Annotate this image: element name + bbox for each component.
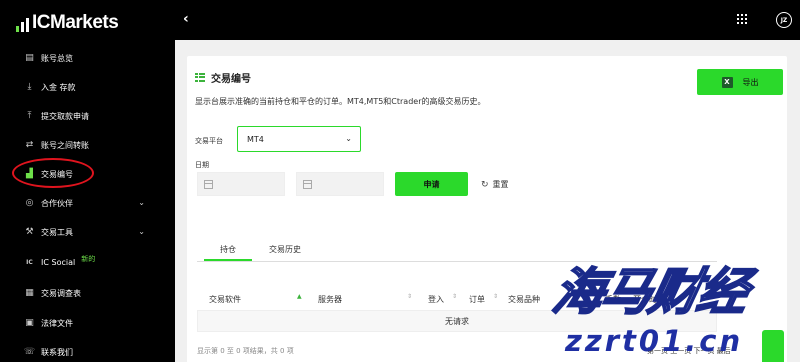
collapse-sidebar-icon[interactable]: ‹ (183, 11, 189, 27)
sort-icon: ⇕ (407, 293, 413, 300)
transfer-icon: ⇄ (25, 140, 34, 150)
trade-numbers-card: 交易编号 显示台展示准确的当前持仓和平仓的订单。MT4,MT5和Ctrader的… (187, 56, 787, 362)
sidebar-item-label: 联系我们 (41, 347, 73, 357)
column-header[interactable]: 登入 ⇕ (428, 293, 457, 305)
ic-markets-logo[interactable]: ICMarkets (16, 12, 119, 33)
list-icon (195, 72, 205, 83)
logo-text: ICMarkets (32, 12, 119, 33)
tabs: 持仓 交易历史 (197, 242, 717, 262)
platform-select[interactable]: MT4 ⌄ (237, 126, 361, 152)
chevron-down-icon: ⌄ (345, 134, 352, 143)
reset-button[interactable]: ↻ 重置 (481, 179, 509, 190)
sidebar-item-label: IC Social (41, 257, 76, 267)
withdraw-icon: ⤒ (27, 111, 32, 121)
calendar-icon (204, 179, 213, 189)
legal-icon: ▣ (25, 318, 34, 328)
sidebar-item-label: 入金 存款 (41, 82, 76, 92)
start-date-input[interactable] (197, 172, 285, 196)
sidebar-item-ic-social[interactable]: IC IC Social 新的 (0, 252, 175, 272)
column-header[interactable]: 交易软件 ▲ (209, 293, 302, 305)
sidebar-item-account-overview[interactable]: ▤ 账号总览 (0, 48, 175, 68)
sidebar-item-deposit[interactable]: ⤓ 入金 存款 (0, 77, 175, 97)
tools-icon: ⚒ (25, 227, 34, 237)
chevron-down-icon: ⌄ (138, 227, 145, 236)
export-label: 导出 (742, 77, 759, 87)
platform-label: 交易平台 (195, 137, 223, 145)
page-description: 显示台展示准确的当前持仓和平仓的订单。MT4,MT5和Ctrader的高级交易历… (195, 97, 486, 106)
sidebar-item-partners[interactable]: ◎ 合作伙伴 ⌄ (0, 193, 175, 213)
new-badge: 新的 (81, 255, 96, 263)
sidebar-item-label: 提交取款申请 (41, 111, 89, 121)
tab-trade-history[interactable]: 交易历史 (269, 244, 301, 255)
chat-widget-button[interactable] (762, 330, 784, 362)
sidebar-item-label: 法律文件 (41, 318, 73, 328)
export-button[interactable]: X 导出 (697, 69, 783, 95)
refresh-icon: ↻ (481, 179, 489, 190)
topbar: ‹ JZ (175, 0, 800, 40)
reset-label: 重置 (492, 180, 509, 189)
page-title: 交易编号 (211, 74, 251, 85)
sort-icon: ⇕ (493, 293, 499, 300)
calendar-icon (303, 179, 312, 189)
main-content: 交易编号 显示台展示准确的当前持仓和平仓的订单。MT4,MT5和Ctrader的… (175, 40, 800, 362)
sidebar-item-transfer[interactable]: ⇄ 账号之间转账 (0, 135, 175, 155)
excel-icon: X (721, 76, 733, 88)
column-header[interactable]: 订单 ⇕ (469, 293, 498, 305)
end-date-input[interactable] (296, 172, 384, 196)
sidebar: ICMarkets ▤ 账号总览 ⤓ 入金 存款 ⤒ 提交取款申请 ⇄ 账号之间… (0, 0, 175, 362)
deposit-icon: ⤓ (27, 82, 32, 92)
column-header[interactable]: 交易品种 (508, 294, 540, 305)
table-header: 交易软件 ▲ 服务器 ⇕ 登入 ⇕ 订单 ⇕ 交易品种 手数 开仓时间 (197, 288, 717, 310)
sidebar-item-label: 合作伙伴 (41, 198, 73, 208)
sidebar-item-withdraw[interactable]: ⤒ 提交取款申请 (0, 106, 175, 126)
contact-icon: ☏ (23, 347, 36, 357)
ic-social-icon: IC (26, 258, 33, 266)
apply-button[interactable]: 申请 (395, 172, 468, 196)
highlight-annotation (12, 158, 94, 188)
avatar[interactable]: JZ (776, 12, 792, 28)
sidebar-item-trading-tools[interactable]: ⚒ 交易工具 ⌄ (0, 222, 175, 242)
column-header[interactable]: 开仓时间 (633, 294, 665, 305)
page-title-row: 交易编号 (195, 70, 251, 85)
sidebar-item-label: 交易调查表 (41, 288, 81, 298)
sidebar-item-label: 账号之间转账 (41, 140, 89, 150)
column-header[interactable]: 手数 (605, 294, 621, 305)
table-empty-row: 无请求 (197, 310, 717, 332)
tab-open-positions[interactable]: 持仓 (204, 244, 252, 261)
date-label: 日期 (195, 161, 209, 169)
chevron-down-icon: ⌄ (138, 198, 145, 207)
sidebar-item-contact[interactable]: ☏ 联系我们 (0, 342, 175, 362)
sort-asc-icon: ▲ (297, 293, 302, 300)
sidebar-item-label: 账号总览 (41, 53, 73, 63)
platform-value: MT4 (247, 134, 264, 144)
partner-icon: ◎ (25, 198, 34, 208)
pagination[interactable]: 第一页 上一页 下一页 最后 (647, 346, 731, 356)
sidebar-item-legal[interactable]: ▣ 法律文件 (0, 313, 175, 333)
apps-grid-icon[interactable] (737, 14, 747, 24)
survey-icon: ▦ (25, 288, 34, 298)
account-overview-icon: ▤ (25, 53, 34, 63)
logo-bars-icon (16, 16, 29, 32)
sort-icon: ⇕ (452, 293, 458, 300)
sidebar-item-survey[interactable]: ▦ 交易调查表 (0, 283, 175, 303)
table-info: 显示第 0 至 0 项结果，共 0 项 (197, 347, 294, 355)
column-header[interactable]: 服务器 ⇕ (318, 293, 412, 305)
sidebar-item-label: 交易工具 (41, 227, 73, 237)
